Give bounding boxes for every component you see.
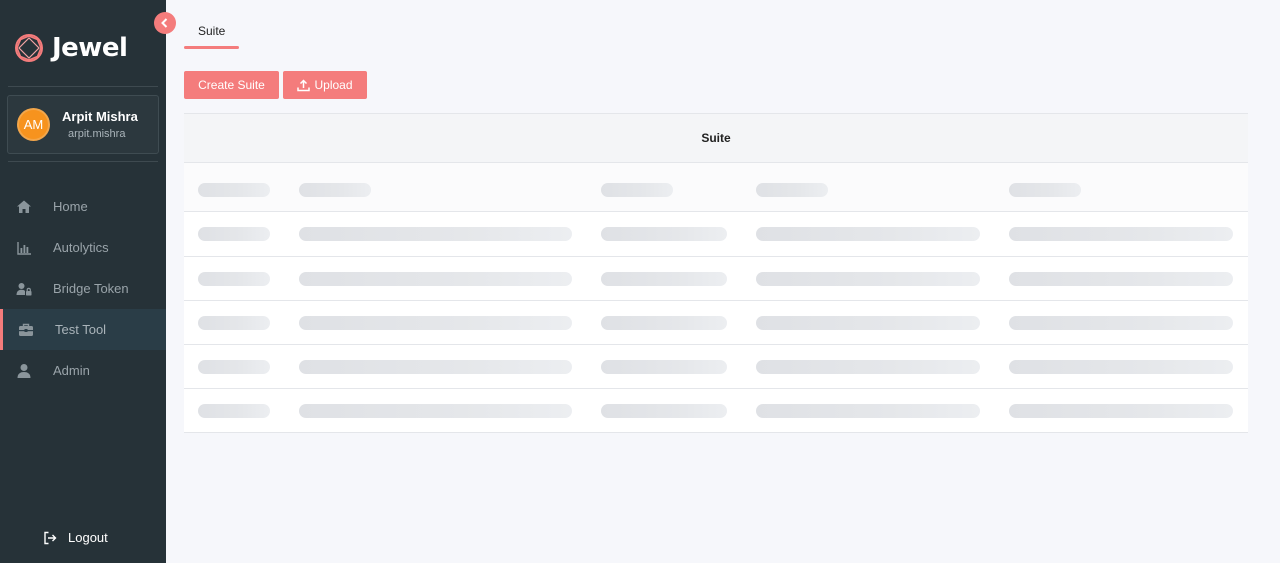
user-profile-card[interactable]: AM Arpit Mishra arpit.mishra (7, 95, 159, 154)
skeleton-cell (756, 404, 980, 418)
logout-icon (44, 531, 57, 544)
sidebar-item-label: Autolytics (53, 240, 109, 255)
toolbox-icon (19, 323, 33, 336)
tab-label: Suite (198, 24, 226, 38)
sidebar-item-label: Admin (53, 363, 90, 378)
skeleton-cell (756, 316, 980, 330)
sidebar-item-autolytics[interactable]: Autolytics (0, 227, 166, 268)
sidebar-collapse-button[interactable] (154, 12, 176, 34)
user-handle: arpit.mishra (68, 128, 126, 140)
skeleton-cell (299, 272, 572, 286)
skeleton-cell (601, 272, 727, 286)
upload-button[interactable]: Upload (283, 71, 367, 99)
skeleton-cell (1009, 316, 1233, 330)
skeleton-cell (299, 360, 572, 374)
sidebar-item-home[interactable]: Home (0, 186, 166, 227)
sidebar-nav: Home Autolytics Bridge Token Test Tool A… (0, 186, 166, 391)
skeleton-cell (198, 404, 270, 418)
sidebar: Jewel AM Arpit Mishra arpit.mishra Home … (0, 0, 166, 563)
skeleton-cell (299, 183, 371, 197)
skeleton-cell (601, 227, 727, 241)
skeleton-cell (756, 227, 980, 241)
skeleton-cell (756, 183, 828, 197)
skeleton-cell (299, 316, 572, 330)
skeleton-cell (756, 272, 980, 286)
create-suite-label: Create Suite (198, 78, 265, 92)
skeleton-cell (601, 404, 727, 418)
skeleton-cell (198, 272, 270, 286)
chevron-left-icon (161, 18, 168, 28)
logout-label: Logout (68, 530, 108, 545)
sidebar-item-admin[interactable]: Admin (0, 350, 166, 391)
skeleton-cell (1009, 272, 1233, 286)
skeleton-cell (198, 360, 270, 374)
skeleton-cell (299, 404, 572, 418)
create-suite-button[interactable]: Create Suite (184, 71, 279, 99)
skeleton-cell (601, 183, 673, 197)
table-row-skeleton (184, 257, 1248, 301)
table-header-label: Suite (701, 131, 731, 145)
upload-icon (297, 78, 311, 91)
sidebar-item-test-tool[interactable]: Test Tool (0, 309, 166, 350)
skeleton-cell (1009, 183, 1081, 197)
skeleton-cell (756, 360, 980, 374)
table-row-skeleton (184, 163, 1248, 212)
sidebar-divider (8, 86, 158, 87)
skeleton-cell (198, 183, 270, 197)
upload-label: Upload (314, 78, 353, 92)
tab-suite[interactable]: Suite (184, 16, 239, 49)
table-row-skeleton (184, 301, 1248, 345)
bar-chart-icon (17, 242, 31, 255)
app-logo[interactable]: Jewel (13, 32, 128, 64)
table-header: Suite (184, 114, 1248, 163)
skeleton-cell (601, 316, 727, 330)
table-row-skeleton (184, 389, 1248, 433)
user-lock-icon (16, 283, 32, 296)
skeleton-cell (1009, 360, 1233, 374)
table-row-skeleton (184, 212, 1248, 257)
skeleton-cell (198, 227, 270, 241)
logout-button[interactable]: Logout (43, 530, 108, 545)
table-row-skeleton (184, 345, 1248, 389)
sidebar-item-label: Test Tool (55, 322, 107, 337)
skeleton-cell (1009, 227, 1233, 241)
sidebar-item-bridge-token[interactable]: Bridge Token (0, 268, 166, 309)
suite-table: Suite (184, 113, 1248, 433)
home-icon (17, 200, 31, 213)
skeleton-cell (601, 360, 727, 374)
jewel-logo-icon (15, 34, 43, 62)
skeleton-cell (299, 227, 572, 241)
user-name: Arpit Mishra (62, 109, 138, 124)
avatar: AM (19, 110, 48, 139)
sidebar-item-label: Home (53, 199, 88, 214)
sidebar-divider (8, 161, 158, 162)
user-icon (17, 364, 31, 378)
skeleton-cell (1009, 404, 1233, 418)
app-title: Jewel (52, 33, 128, 63)
skeleton-cell (198, 316, 270, 330)
sidebar-item-label: Bridge Token (53, 281, 129, 296)
